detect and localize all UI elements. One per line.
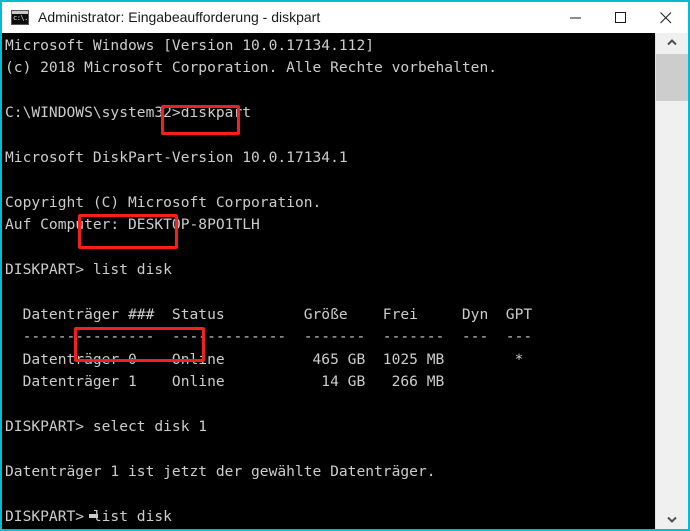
close-icon: [659, 11, 671, 23]
console-icon: [11, 10, 29, 25]
scroll-up-button[interactable]: [656, 33, 688, 52]
window-controls: [553, 2, 688, 33]
minimize-button[interactable]: [553, 2, 598, 33]
console-output-area[interactable]: Microsoft Windows [Version 10.0.17134.11…: [2, 33, 655, 529]
scroll-down-button[interactable]: [656, 510, 688, 529]
vertical-scrollbar[interactable]: [655, 33, 688, 529]
text-cursor: [89, 514, 98, 518]
close-button[interactable]: [643, 2, 688, 33]
scrollbar-track[interactable]: [656, 52, 688, 510]
maximize-icon: [614, 11, 626, 23]
maximize-button[interactable]: [598, 2, 643, 33]
window-title: Administrator: Eingabeaufforderung - dis…: [38, 9, 321, 25]
title-bar[interactable]: Administrator: Eingabeaufforderung - dis…: [2, 2, 688, 33]
chevron-down-icon: [667, 516, 677, 523]
console-window: Administrator: Eingabeaufforderung - dis…: [0, 0, 690, 531]
minimize-icon: [569, 17, 581, 18]
chevron-up-icon: [667, 39, 677, 46]
scrollbar-thumb[interactable]: [656, 54, 688, 101]
console-text: Microsoft Windows [Version 10.0.17134.11…: [5, 37, 533, 525]
